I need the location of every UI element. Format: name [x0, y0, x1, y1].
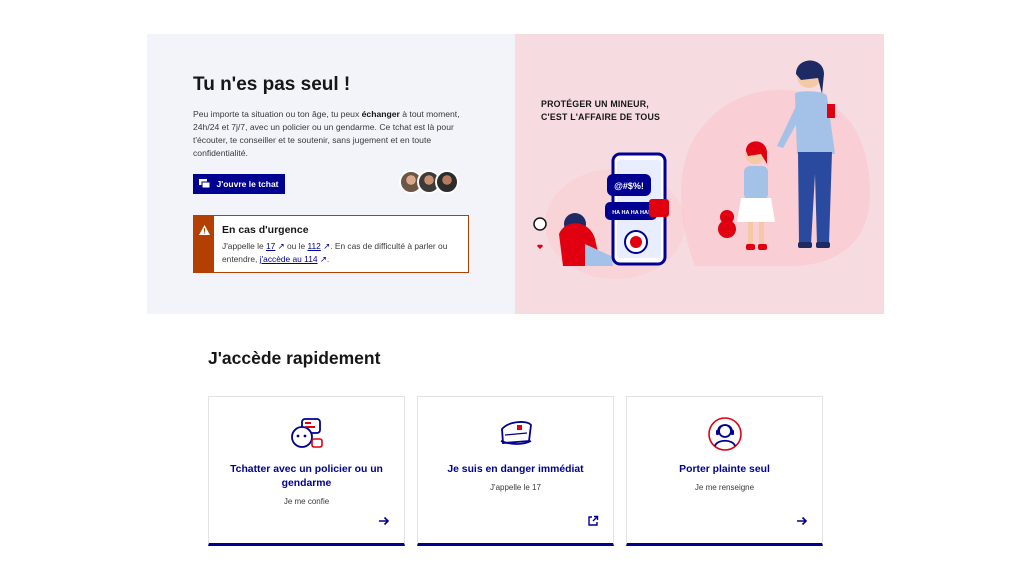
agent-avatars [399, 170, 459, 194]
hero-illustration-panel: PROTÉGER UN MINEUR, C'EST L'AFFAIRE DE T… [515, 34, 884, 314]
external-link-icon: ↗ [277, 241, 285, 251]
hero-description: Peu importe ta situation ou ton âge, tu … [193, 109, 460, 158]
card-chat[interactable]: Tchatter avec un policier ou un gendarme… [208, 396, 405, 546]
card-title: Tchatter avec un policier ou un gendarme [230, 464, 383, 489]
hero-text-panel: Tu n'es pas seul ! Peu importe ta situat… [147, 34, 515, 314]
arrow-right-icon [379, 516, 390, 526]
open-chat-button[interactable]: J'ouvre le tchat [193, 174, 285, 194]
external-link-icon [588, 515, 599, 526]
link-17[interactable]: 17 [266, 241, 275, 251]
card-subtitle: Je me renseigne [694, 483, 755, 492]
police-cap-icon [500, 421, 532, 445]
chat-icon [199, 179, 211, 189]
person-headset-icon [707, 417, 742, 451]
quick-access-title: J'accède rapidement [208, 348, 381, 368]
bubble-text-1: @#$%! [614, 181, 644, 191]
emergency-title: En cas d'urgence [222, 224, 309, 236]
card-subtitle: J'appelle le 17 [490, 483, 541, 492]
card-title: Porter plainte seul [679, 464, 770, 475]
hero-banner: Tu n'es pas seul ! Peu importe ta situat… [147, 34, 884, 314]
bubble-text-2: HA HA HA HA! [612, 210, 650, 216]
emergency-notice: En cas d'urgence J'appelle le 17 ↗ ou le… [193, 215, 469, 273]
open-chat-label: J'ouvre le tchat [216, 179, 279, 189]
emergency-text: J'appelle le 17 ↗ ou le 112 ↗. En cas de… [222, 241, 448, 264]
hero-title: Tu n'es pas seul ! [193, 74, 351, 95]
card-subtitle: Je me confie [283, 497, 330, 506]
warning-icon [198, 225, 210, 235]
card-danger[interactable]: Je suis en danger immédiat J'appelle le … [417, 396, 614, 546]
link-114[interactable]: j'accède au 114 [260, 254, 318, 264]
avatar [435, 170, 459, 194]
protection-illustration: @#$%! HA HA HA HA! [533, 60, 871, 279]
card-complaint[interactable]: Porter plainte seul Je me renseigne [626, 396, 823, 546]
chat-bubbles-icon [290, 418, 323, 448]
card-title: Je suis en danger immédiat [447, 464, 584, 475]
arrow-right-icon [797, 516, 808, 526]
external-link-icon: ↗ [319, 254, 327, 264]
emergency-bar [194, 216, 214, 272]
link-112[interactable]: 112 [307, 241, 320, 251]
